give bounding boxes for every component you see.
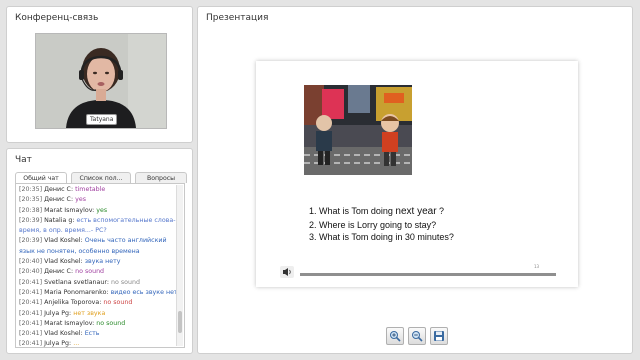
message-text: нет звука: [73, 309, 106, 317]
question-2: 2. Where is Lorry going to stay?: [309, 219, 437, 230]
message-time: [20:39]: [19, 216, 43, 224]
chat-panel: Чат Общий чат Список пол... Вопросы [20:…: [6, 148, 193, 354]
chat-messages: [20:35] Денис С: timetable [20:35] Денис …: [19, 185, 178, 348]
message-user: Svetlana svetlanaur:: [44, 278, 110, 286]
message-text: ...: [73, 340, 80, 348]
chat-message: [20:35] Денис С: timetable: [19, 185, 177, 195]
tab-questions[interactable]: Вопросы: [135, 172, 187, 183]
chat-scroll-thumb[interactable]: [178, 311, 182, 333]
message-user: Денис С:: [44, 186, 74, 193]
chat-message-list[interactable]: [20:35] Денис С: timetable [20:35] Денис …: [15, 183, 185, 348]
message-time: [20:40]: [19, 258, 43, 266]
save-button[interactable]: [430, 327, 448, 345]
audio-progress-bar[interactable]: [300, 273, 556, 276]
chat-message: [20:41] Maria Ponomarenko: видео есь зву…: [19, 288, 178, 298]
message-user: Marat Ismaylov:: [44, 206, 95, 214]
tab-general-chat[interactable]: Общий чат: [15, 172, 67, 183]
message-user: Vlad Koshel:: [44, 237, 83, 245]
save-icon: [434, 331, 444, 341]
zoom-out-icon: [412, 331, 423, 342]
chat-message: [20:40] Vlad Koshel: звука нету: [19, 257, 177, 267]
tab-participant-list[interactable]: Список пол...: [71, 172, 131, 183]
message-time: [20:41]: [19, 330, 43, 338]
chat-message: [20:41] Anjelika Toporova: no sound: [19, 298, 177, 308]
message-text: no sound: [103, 299, 133, 307]
slide-number: 13: [534, 264, 540, 269]
chat-message: [20:40] Денис С: no sound: [19, 267, 177, 277]
message-user: Julya Pg:: [44, 340, 72, 348]
speaker-icon[interactable]: [280, 266, 294, 278]
message-user: Maria Ponomarenko:: [44, 288, 109, 296]
presentation-panel-title: Презентация: [206, 13, 269, 23]
message-time: [20:35]: [19, 196, 43, 204]
message-text: yes: [96, 206, 108, 214]
chat-message: [20:35] Денис С: yes: [19, 195, 177, 205]
message-text: yes: [75, 196, 86, 204]
message-time: [20:41]: [19, 299, 43, 307]
message-time: [20:35]: [19, 186, 43, 193]
chat-message: [20:39] Natalia g: есть вспомогательные …: [19, 216, 177, 237]
video-panel-title: Конференц-связь: [15, 13, 99, 23]
slide-questions: 1. What is Tom doing next year ? 2. Wher…: [309, 205, 549, 244]
message-text: timetable: [75, 186, 106, 193]
message-user: Vlad Koshel:: [44, 258, 83, 266]
message-user: Marat Ismaylov:: [44, 319, 95, 327]
message-text: no sound: [96, 319, 126, 327]
participant-name-tag: Tatyana: [86, 114, 118, 125]
chat-message: [20:41] Julya Pg: нет звука: [19, 309, 177, 319]
presentation-slide: 1. What is Tom doing next year ? 2. Wher…: [256, 61, 578, 287]
video-conference-panel: Конференц-связь Tatyana: [6, 6, 193, 143]
message-text: звука нету: [84, 258, 121, 266]
message-text: no sound: [111, 278, 140, 286]
message-time: [20:41]: [19, 288, 43, 296]
message-user: Natalia g:: [44, 216, 75, 224]
chat-panel-title: Чат: [15, 155, 32, 165]
message-time: [20:41]: [19, 309, 43, 317]
message-time: [20:41]: [19, 278, 43, 286]
message-user: Денис С:: [44, 196, 74, 204]
chat-message: [20:41] Svetlana svetlanaur: no sound: [19, 278, 177, 288]
message-user: Vlad Koshel:: [44, 330, 83, 338]
message-user: Денис С:: [44, 268, 74, 276]
message-time: [20:41]: [19, 319, 43, 327]
zoom-in-icon: [390, 331, 401, 342]
question-3: 3. What is Tom doing in 30 minutes?: [309, 232, 454, 242]
message-text: видео есь звуке нет: [110, 288, 178, 296]
chat-message: [20:41] Vlad Koshel: Есть: [19, 329, 177, 339]
message-text: Очень часто английский язык не понятен, …: [19, 237, 167, 255]
chat-message: [20:41] Julya Pg: ...: [19, 339, 177, 348]
presentation-panel: Презентация 1. What is Tom doing next ye…: [197, 6, 633, 354]
message-user: Anjelika Toporova:: [44, 299, 102, 307]
chat-message: [20:41] Marat Ismaylov: no sound: [19, 319, 177, 329]
message-time: [20:40]: [19, 268, 43, 276]
chat-scrollbar[interactable]: [176, 185, 183, 346]
chat-message: [20:38] Marat Ismaylov: yes: [19, 206, 177, 216]
message-text: no sound: [75, 268, 105, 276]
message-text: есть вспомогательные слова-время, в опр.…: [19, 216, 176, 235]
message-text: Есть: [84, 330, 100, 338]
message-time: [20:39]: [19, 237, 43, 245]
question-1: 1. What is Tom doing next year ?: [309, 206, 445, 217]
zoom-out-button[interactable]: [408, 327, 426, 345]
message-time: [20:38]: [19, 206, 43, 214]
slide-cartoon-image: [304, 85, 412, 175]
zoom-in-button[interactable]: [386, 327, 404, 345]
message-user: Julya Pg:: [44, 309, 72, 317]
chat-message: [20:39] Vlad Koshel: Очень часто английс…: [19, 236, 177, 257]
slide-audio-player: 13: [280, 264, 556, 280]
video-feed[interactable]: Tatyana: [35, 33, 167, 129]
message-time: [20:41]: [19, 340, 43, 348]
